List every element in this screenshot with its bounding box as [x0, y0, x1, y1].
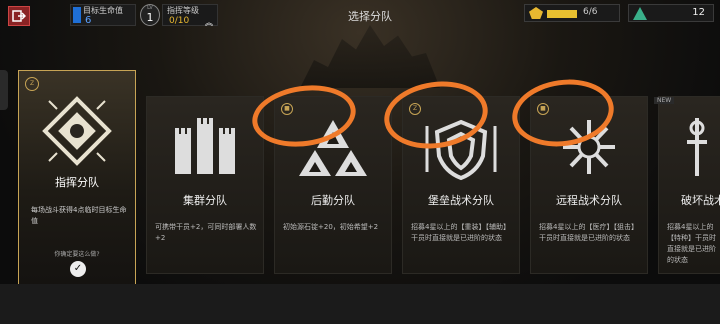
- card-desc: 招募4星以上的【特种】干员时直接就是已进阶的状态: [667, 223, 716, 264]
- ingot-icon: [529, 7, 543, 19]
- check-icon[interactable]: ✓: [70, 261, 86, 277]
- card-name: 后勤分队: [311, 194, 355, 207]
- squad-card-sabotage[interactable]: 破坏战术 招募4星以上的【特种】干员时直接就是已进阶的状态: [658, 96, 720, 274]
- card-desc: 招募4星以上的【重装】【辅助】干员时直接就是已进阶的状态: [411, 223, 510, 242]
- card-name: 指挥分队: [55, 176, 99, 189]
- hp-value: 6: [85, 15, 92, 26]
- hope-value: 12: [692, 7, 705, 18]
- new-tag: NEW: [654, 97, 675, 104]
- command-value: 0/10: [169, 16, 190, 26]
- hp-panel: 目标生命值 6: [70, 4, 136, 26]
- card-desc: 可携带干员+2，可同时部署人数+2: [155, 223, 257, 242]
- squad-card-command[interactable]: Z 指挥分队 每场战斗获得4点临时目标生命值 你确定要这么做? ✓: [18, 70, 136, 292]
- card-desc: 招募4星以上的【医疗】【狙击】干员时直接就是已进阶的状态: [539, 223, 638, 242]
- card-desc: 初始源石锭+20，初始希望+2: [283, 223, 379, 231]
- hp-flag-icon: [73, 7, 81, 23]
- level-value: 1: [146, 11, 154, 24]
- level-badge: LV 1: [140, 4, 160, 26]
- card-desc: 每场战斗获得4点临时目标生命值: [31, 206, 127, 225]
- ingot-text: 6/6: [583, 7, 598, 17]
- command-level-panel[interactable]: 指挥等级 0/10 ︽: [162, 4, 218, 27]
- hope-counter: 12: [628, 4, 714, 22]
- side-tab[interactable]: [0, 70, 8, 110]
- stage: 目标生命值 6 LV 1 指挥等级 0/10 ︽ 选择分队 6/6 12 Z 指…: [0, 0, 720, 324]
- squad-card-cluster[interactable]: 集群分队 可携带干员+2，可同时部署人数+2: [146, 96, 264, 274]
- page-title: 选择分队: [348, 10, 392, 23]
- command-label: 指挥等级: [167, 6, 199, 15]
- dagger-emblem-icon: [659, 107, 720, 187]
- tower-emblem-icon: [147, 107, 263, 187]
- card-name: 集群分队: [183, 194, 227, 207]
- exit-icon: [12, 10, 26, 22]
- card-name: 破坏战术: [681, 194, 720, 207]
- ingot-counter: 6/6: [524, 4, 620, 22]
- card-name: 堡垒战术分队: [428, 194, 494, 207]
- command-emblem-icon: [19, 81, 135, 181]
- hope-icon: [633, 7, 647, 20]
- confirm-prompt: 你确定要这么做?: [54, 251, 100, 258]
- ingot-bar: [547, 10, 577, 18]
- bottom-bar: [0, 284, 720, 324]
- chevron-up-icon: ︽: [205, 18, 213, 27]
- exit-button[interactable]: [8, 6, 30, 26]
- card-name: 远程战术分队: [556, 194, 622, 207]
